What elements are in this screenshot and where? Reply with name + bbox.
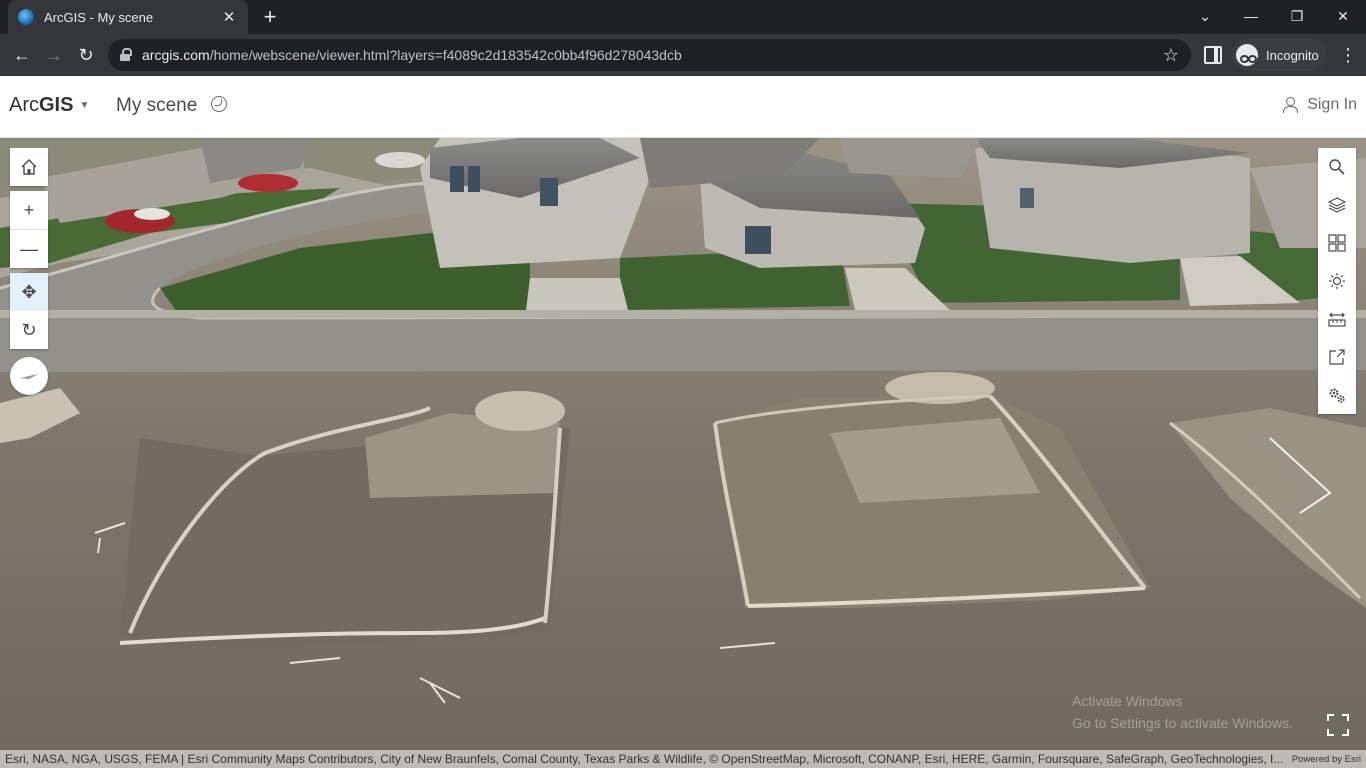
browser-toolbar: ← → ↻ arcgis.com/home/webscene/viewer.ht… [0, 34, 1366, 76]
pan-button[interactable]: ✥ [10, 273, 48, 311]
compass-button[interactable] [10, 357, 48, 395]
tab-search-icon[interactable]: ⌄ [1182, 0, 1228, 32]
pan-icon: ✥ [21, 281, 37, 302]
scene-title: My scene [116, 95, 198, 116]
scene-imagery [0, 138, 1366, 768]
side-panel-icon[interactable] [1204, 46, 1222, 64]
settings-button[interactable] [1318, 376, 1356, 414]
compass-icon [20, 374, 38, 379]
reload-button[interactable]: ↻ [72, 41, 100, 69]
watermark-line1: Activate Windows [1072, 693, 1183, 709]
measure-button[interactable] [1318, 300, 1356, 338]
daylight-button[interactable] [1318, 262, 1356, 300]
search-button[interactable] [1318, 148, 1356, 186]
fullscreen-icon [1327, 714, 1349, 736]
minimize-button[interactable]: — [1228, 0, 1274, 32]
attribution-bar[interactable]: Esri, NASA, NGA, USGS, FEMA | Esri Commu… [0, 750, 1366, 768]
zoom-in-icon: + [23, 199, 35, 220]
basemap-gallery-button[interactable] [1318, 224, 1356, 262]
url-text[interactable]: arcgis.com/home/webscene/viewer.html?lay… [142, 47, 682, 63]
layers-icon [1328, 197, 1346, 213]
url-host: arcgis.com [142, 47, 210, 63]
scene-view[interactable]: + — ✥ ↻ Activate Windows Go to Settings … [0, 138, 1366, 768]
search-icon [1329, 159, 1345, 175]
tab-title: ArcGIS - My scene [44, 9, 154, 25]
url-path: /home/webscene/viewer.html?layers=f4089c… [209, 47, 682, 63]
right-toolbar [1318, 148, 1356, 414]
app-header: Arc GIS ▼ My scene Sign In [0, 76, 1366, 138]
brand-prefix: Arc [9, 94, 39, 116]
new-tab-button[interactable]: + [258, 6, 282, 30]
restore-button[interactable]: ❐ [1274, 0, 1320, 32]
chevron-down-icon: ▼ [79, 100, 90, 111]
home-widget [10, 148, 48, 186]
basemap-gallery-icon [1328, 234, 1346, 252]
sign-in-label: Sign In [1307, 96, 1357, 113]
measure-icon [1328, 312, 1346, 327]
arcgis-favicon-icon [18, 9, 34, 25]
layers-button[interactable] [1318, 186, 1356, 224]
forward-button[interactable]: → [40, 41, 68, 69]
zoom-widget: + — [10, 191, 48, 268]
address-bar[interactable]: arcgis.com/home/webscene/viewer.html?lay… [108, 39, 1191, 71]
home-button[interactable] [10, 148, 48, 186]
powered-by-esri[interactable]: Powered by Esri [1287, 754, 1366, 765]
rotate-button[interactable]: ↻ [10, 311, 48, 349]
browser-menu-icon[interactable]: ⋮ [1336, 42, 1360, 68]
close-window-button[interactable]: ✕ [1320, 0, 1366, 32]
home-icon [21, 159, 37, 175]
brand-bold: GIS [39, 94, 74, 116]
incognito-badge[interactable]: Incognito [1232, 39, 1327, 71]
daylight-icon [1329, 273, 1345, 289]
arcgis-app-switcher[interactable]: Arc GIS ▼ [9, 94, 89, 117]
fullscreen-button[interactable] [1320, 707, 1356, 743]
globe-icon[interactable] [211, 96, 227, 112]
attribution-text[interactable]: Esri, NASA, NGA, USGS, FEMA | Esri Commu… [5, 752, 1287, 766]
windows-activation-watermark: Activate Windows Go to Settings to activ… [1072, 690, 1293, 734]
incognito-label: Incognito [1266, 47, 1319, 63]
watermark-line2: Go to Settings to activate Windows. [1072, 715, 1293, 731]
user-icon [1283, 97, 1299, 113]
navigation-toggle: ✥ ↻ [10, 273, 48, 349]
sign-in-button[interactable]: Sign In [1283, 96, 1357, 114]
lock-icon[interactable] [120, 48, 132, 62]
back-button[interactable]: ← [8, 41, 36, 69]
rotate-icon: ↻ [21, 319, 37, 340]
incognito-icon [1236, 44, 1258, 66]
bookmark-star-icon[interactable]: ☆ [1159, 43, 1183, 67]
share-icon [1329, 349, 1345, 365]
tab-close-icon[interactable]: ✕ [220, 8, 238, 26]
browser-tabstrip: ArcGIS - My scene ✕ + ⌄ — ❐ ✕ [0, 0, 1366, 34]
browser-tab-arcgis[interactable]: ArcGIS - My scene ✕ [8, 0, 248, 34]
zoom-out-button[interactable]: — [10, 230, 48, 268]
zoom-in-button[interactable]: + [10, 191, 48, 229]
zoom-out-icon: — [20, 238, 38, 259]
share-button[interactable] [1318, 338, 1356, 376]
settings-icon [1329, 388, 1345, 403]
